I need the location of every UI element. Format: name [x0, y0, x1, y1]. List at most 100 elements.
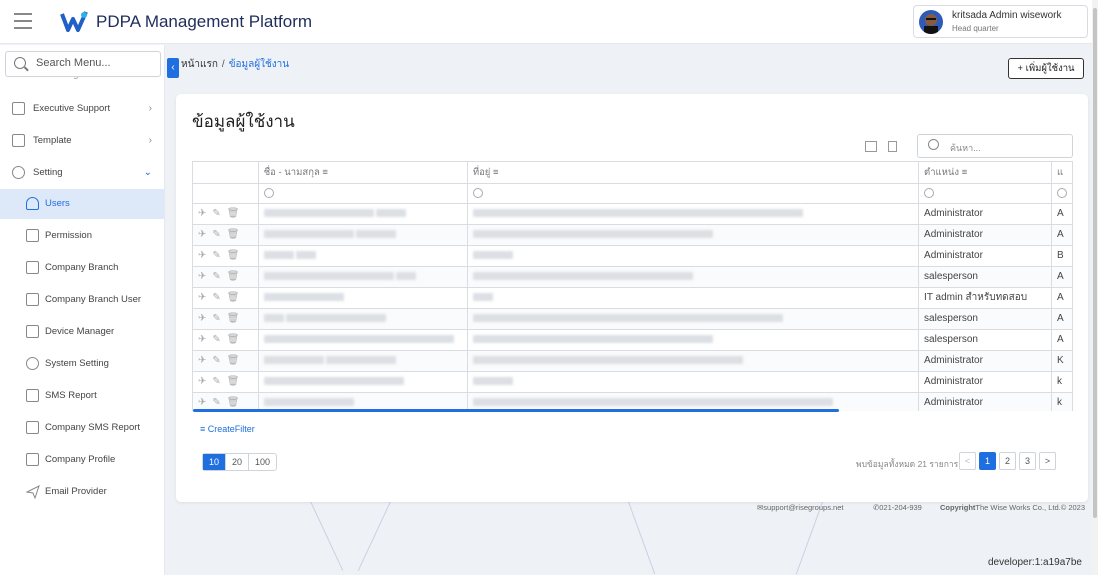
- sidebar-item-email-provider[interactable]: Email Provider: [0, 477, 164, 507]
- column-header-address[interactable]: ที่อยู่ ≡: [467, 162, 920, 184]
- column-header-position[interactable]: ตำแหน่ง ≡: [918, 162, 1052, 184]
- sidebar-item-setting[interactable]: Setting ⌄: [0, 158, 164, 188]
- send-icon[interactable]: ✈: [198, 250, 212, 261]
- table-row[interactable]: ✈✎🗑 Administrator K: [193, 350, 1073, 372]
- hamburger-menu-icon[interactable]: [14, 13, 32, 29]
- collapse-sidebar-button[interactable]: ‹: [167, 58, 179, 78]
- cell-position: salesperson: [918, 308, 1052, 330]
- sidebar-item-permission[interactable]: Permission: [0, 221, 164, 251]
- page-size-option[interactable]: 20: [226, 454, 250, 470]
- send-icon[interactable]: ✈: [198, 208, 212, 219]
- trash-icon[interactable]: 🗑: [227, 313, 246, 324]
- edit-icon[interactable]: ✎: [212, 208, 226, 219]
- column-header-name[interactable]: ชื่อ - นามสกุล ≡: [258, 162, 468, 184]
- user-location: Head quarter: [952, 24, 999, 33]
- send-icon[interactable]: ✈: [198, 313, 212, 324]
- send-icon[interactable]: ✈: [198, 229, 212, 240]
- create-filter-link[interactable]: ≡ CreateFilter: [200, 424, 255, 434]
- trash-icon[interactable]: 🗑: [227, 292, 246, 303]
- edit-icon[interactable]: ✎: [212, 313, 226, 324]
- cell-address: [467, 224, 920, 246]
- send-icon[interactable]: ✈: [198, 334, 212, 345]
- cell-extra: A: [1051, 203, 1073, 225]
- sidebar-item-company-sms-report[interactable]: Company SMS Report: [0, 413, 164, 443]
- trash-icon[interactable]: 🗑: [227, 355, 246, 366]
- send-icon[interactable]: ✈: [198, 376, 212, 387]
- cell-name: [258, 245, 468, 267]
- top-bar: PDPA Management Platform kritsada Admin …: [0, 0, 1092, 44]
- send-icon[interactable]: ✈: [198, 292, 212, 303]
- trash-icon[interactable]: 🗑: [227, 250, 246, 261]
- table-row[interactable]: ✈✎🗑 Administrator A: [193, 224, 1073, 246]
- sidebar-item-device-manager[interactable]: Device Manager: [0, 317, 164, 347]
- trash-icon[interactable]: 🗑: [227, 271, 246, 282]
- user-profile-button[interactable]: kritsada Admin wisework Head quarter: [913, 5, 1088, 38]
- table-row[interactable]: ✈✎🗑 Administrator k: [193, 371, 1073, 393]
- page-size-option[interactable]: 100: [249, 454, 276, 470]
- cell-position: Administrator: [918, 350, 1052, 372]
- trash-icon[interactable]: 🗑: [227, 376, 246, 387]
- cell-name: [258, 308, 468, 330]
- send-icon[interactable]: ✈: [198, 355, 212, 366]
- edit-icon[interactable]: ✎: [212, 376, 226, 387]
- avatar: [919, 10, 943, 34]
- page-scrollbar[interactable]: [1092, 0, 1098, 575]
- edit-icon[interactable]: ✎: [212, 355, 226, 366]
- prev-page-button[interactable]: <: [959, 452, 976, 470]
- sidebar-item-sms-report[interactable]: SMS Report: [0, 381, 164, 411]
- trash-icon[interactable]: 🗑: [227, 208, 246, 219]
- search-menu-input[interactable]: Search Menu...: [5, 51, 161, 77]
- edit-icon[interactable]: ✎: [212, 229, 226, 240]
- send-icon[interactable]: ✈: [198, 397, 212, 408]
- column-toggle-icon[interactable]: [888, 141, 897, 152]
- edit-icon[interactable]: ✎: [212, 397, 226, 408]
- edit-icon[interactable]: ✎: [212, 271, 226, 282]
- sidebar-item-company-profile[interactable]: Company Profile: [0, 445, 164, 475]
- search-icon: [472, 187, 483, 198]
- page-button[interactable]: 3: [1019, 452, 1036, 470]
- breadcrumb-home[interactable]: หน้าแรก: [181, 59, 218, 70]
- cell-extra: A: [1051, 308, 1073, 330]
- list-icon: [26, 293, 39, 306]
- table-row[interactable]: ✈✎🗑 salesperson A: [193, 329, 1073, 351]
- table-row[interactable]: ✈✎🗑 salesperson A: [193, 266, 1073, 288]
- table-horizontal-scrollbar[interactable]: [193, 409, 839, 412]
- trash-icon[interactable]: 🗑: [227, 229, 246, 240]
- page-size-selector[interactable]: 10 20 100: [202, 453, 278, 471]
- sidebar-item-company-branch-user[interactable]: Company Branch User: [0, 285, 164, 315]
- search-input[interactable]: ค้นหา...: [917, 134, 1073, 158]
- cell-name: [258, 350, 468, 372]
- sidebar-item-system-setting[interactable]: System Setting: [0, 349, 164, 379]
- table-row[interactable]: ✈✎🗑 salesperson A: [193, 308, 1073, 330]
- filter-name[interactable]: [258, 183, 468, 204]
- table-row[interactable]: ✈✎🗑 IT admin สำหรับทดสอบ A: [193, 287, 1073, 309]
- page-button[interactable]: 1: [979, 452, 996, 470]
- sidebar-item-company-branch[interactable]: Company Branch: [0, 253, 164, 283]
- footer-email[interactable]: ✉support@risegroups.net: [757, 503, 843, 512]
- trash-icon[interactable]: 🗑: [227, 334, 246, 345]
- table-row[interactable]: ✈✎🗑 Administrator A: [193, 203, 1073, 225]
- edit-icon[interactable]: ✎: [212, 292, 226, 303]
- trash-icon[interactable]: 🗑: [227, 397, 246, 408]
- users-table: ชื่อ - นามสกุล ≡ ที่อยู่ ≡ ตำแหน่ง ≡ แ ✈…: [192, 161, 1073, 411]
- sidebar-item-template[interactable]: Template ›: [0, 126, 164, 156]
- edit-icon[interactable]: ✎: [212, 250, 226, 261]
- add-user-button[interactable]: + เพิ่มผู้ใช้งาน: [1008, 58, 1084, 79]
- page-size-option[interactable]: 10: [203, 454, 227, 470]
- page-button[interactable]: 2: [999, 452, 1016, 470]
- filter-extra[interactable]: [1051, 183, 1073, 204]
- filter-address[interactable]: [467, 183, 920, 204]
- table-row[interactable]: ✈✎🗑 Administrator B: [193, 245, 1073, 267]
- cell-extra: A: [1051, 287, 1073, 309]
- sidebar-item-users[interactable]: Users: [0, 189, 164, 219]
- edit-icon[interactable]: ✎: [212, 334, 226, 345]
- export-excel-icon[interactable]: [865, 141, 877, 152]
- sidebar-item-executive-support[interactable]: Executive Support ›: [0, 94, 164, 124]
- column-header-extra[interactable]: แ: [1051, 162, 1073, 184]
- send-icon[interactable]: ✈: [198, 271, 212, 282]
- next-page-button[interactable]: >: [1039, 452, 1056, 470]
- list-icon: [26, 453, 39, 466]
- row-actions: ✈✎🗑: [193, 203, 259, 225]
- search-icon: [1056, 187, 1067, 198]
- filter-position[interactable]: [918, 183, 1052, 204]
